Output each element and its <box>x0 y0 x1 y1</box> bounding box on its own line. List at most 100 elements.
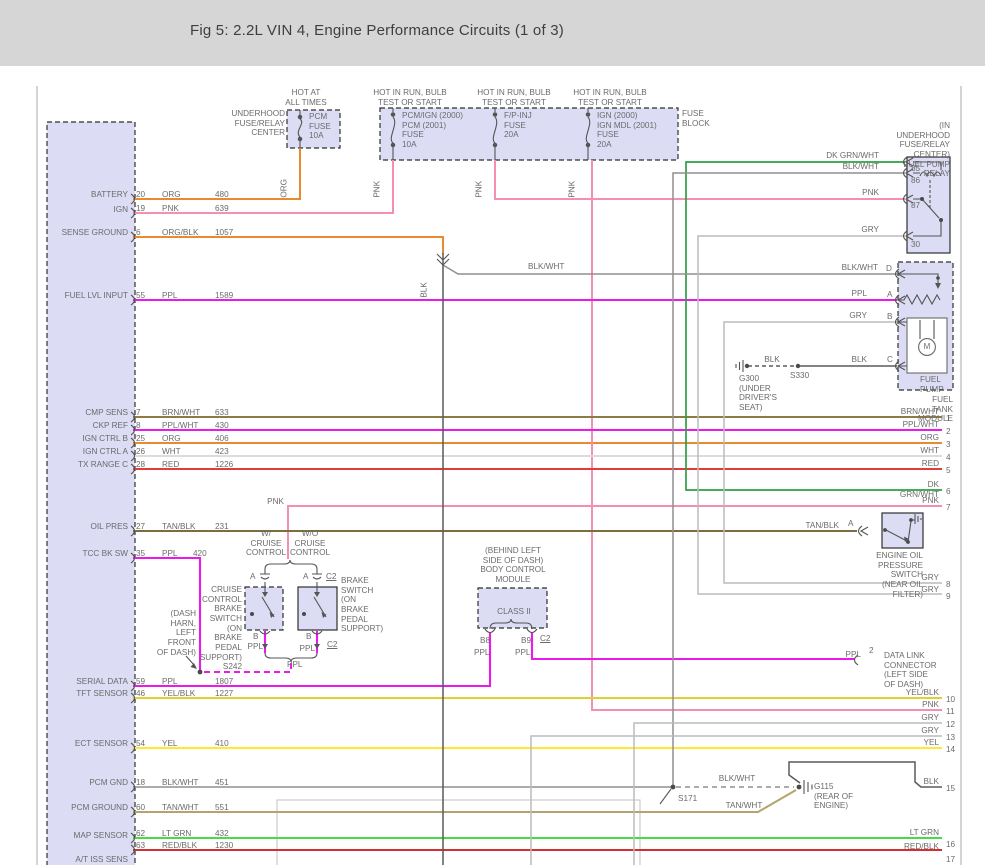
bcm-title: (BEHIND LEFT SIDE OF DASH) BODY CONTROL … <box>480 546 545 585</box>
brake-switch-label: BRAKE SWITCH (ON BRAKE PEDAL SUPPORT) <box>341 576 383 634</box>
pcm-fuse-label: PCM FUSE 10A <box>309 112 331 141</box>
ftm-pin-c: C <box>887 355 893 365</box>
pin-color: PPL <box>162 677 177 687</box>
right-color: PNK <box>922 700 939 710</box>
oil-pin-a: A <box>848 519 853 529</box>
pnk-vertical-label-3: PNK <box>567 181 577 198</box>
hot-at-all-times-label: HOT AT ALL TIMES <box>285 88 326 107</box>
relay-pin-30: 30 <box>911 240 920 250</box>
pin-circuit: 406 <box>215 434 229 444</box>
g115-label: G115 (REAR OF ENGINE) <box>814 782 853 811</box>
pin-circuit: 231 <box>215 522 229 532</box>
pin-color: PPL <box>162 549 177 559</box>
wiring-diagram: HOT AT ALL TIMES HOT IN RUN, BULB TEST O… <box>0 0 985 865</box>
relay-wire-86: BLK/WHT <box>843 162 879 172</box>
fuse-block-label: FUSE BLOCK <box>682 109 710 128</box>
relay-pin-86: 86 <box>911 176 920 186</box>
pin-name: IGN CTRL A <box>83 447 128 457</box>
right-color: PNK <box>922 496 939 506</box>
ftm-wire-d: BLK/WHT <box>842 263 878 273</box>
g115-dot <box>797 785 802 790</box>
wire-blkwht-ftm-d <box>443 265 897 274</box>
pin-color: TAN/WHT <box>162 803 199 813</box>
pin-name: ECT SENSOR <box>75 739 128 749</box>
g300-label: G300 (UNDER DRIVER'S SEAT) <box>739 374 777 413</box>
c2-bottom-label: C2 <box>327 640 337 650</box>
oil-wire-label: TAN/BLK <box>805 521 839 531</box>
relay-wire-30: GRY <box>861 225 879 235</box>
top-brace <box>265 560 317 569</box>
pin-color: ORG <box>162 434 181 444</box>
relay-pin-87: 87 <box>911 201 920 211</box>
pin-num: 60 <box>136 803 145 813</box>
fuse2-label: F/P-INJ FUSE 20A <box>504 111 532 140</box>
pin-circuit: 1589 <box>215 291 233 301</box>
oil-pressure-switch-box <box>882 513 923 548</box>
pin-circuit: 1807 <box>215 677 233 687</box>
right-num: 7 <box>946 503 951 513</box>
right-num: 9 <box>946 592 951 602</box>
without-cruise-label: W/O CRUISE CONTROL <box>290 529 330 558</box>
pin-name: PCM GND <box>89 778 128 788</box>
underhood-center-label: UNDERHOOD FUSE/RELAY CENTER <box>231 109 285 138</box>
bcm-c2-label: C2 <box>540 634 550 644</box>
wire-ppl-dlc <box>532 632 855 659</box>
right-num: 2 <box>946 427 951 437</box>
s171-blkwht-label: BLK/WHT <box>719 774 755 784</box>
hot-in-run-label-3: HOT IN RUN, BULB TEST OR START <box>573 88 647 107</box>
right-num: 16 <box>946 840 955 850</box>
right-color: RED <box>922 459 939 469</box>
dlc-title: DATA LINK CONNECTOR (LEFT SIDE OF DASH) <box>884 651 937 690</box>
blk-vertical-label: BLK <box>419 282 429 297</box>
motor-icon: M <box>924 342 931 351</box>
right-color: GRY <box>921 713 939 723</box>
pin-num: 63 <box>136 841 145 851</box>
pin-b-left: B <box>253 632 258 642</box>
ftm-wire-b: GRY <box>849 311 867 321</box>
pnk-vertical-label-2: PNK <box>474 181 484 198</box>
bcm-ppl-b8: PPL <box>474 648 489 658</box>
org-wires <box>133 148 942 443</box>
right-num: 13 <box>946 733 955 743</box>
pin-color: WHT <box>162 447 181 457</box>
right-color: WHT <box>920 446 939 456</box>
right-num: 3 <box>946 440 951 450</box>
pin-circuit: 432 <box>215 829 229 839</box>
dlc-pin-2: 2 <box>869 646 874 656</box>
right-color: GRY <box>921 726 939 736</box>
pin-num: 25 <box>136 434 145 444</box>
dash-harness-label: (DASH HARN, LEFT FRONT OF DASH) <box>157 609 196 657</box>
pin-circuit: 420 <box>193 549 207 559</box>
pin-num: 7 <box>136 408 141 418</box>
wire-blk-g115-row15 <box>789 762 942 787</box>
pin-color: BLK/WHT <box>162 778 198 788</box>
s171-splice-dot <box>671 785 676 790</box>
right-color: YEL/BLK <box>906 688 939 698</box>
pin-name: TFT SENSOR <box>76 689 128 699</box>
cruise-switch-label: CRUISE CONTROL BRAKE SWITCH (ON BRAKE PE… <box>200 585 242 672</box>
fuse3-label: IGN (2000) IGN MDL (2001) FUSE 20A <box>597 111 657 150</box>
dlc-wire-label: PPL <box>846 650 861 660</box>
pin-name: BATTERY <box>91 190 128 200</box>
pin-color: BRN/WHT <box>162 408 200 418</box>
class2-label: CLASS II <box>497 607 531 617</box>
fuel-pump-relay-title: (IN UNDERHOOD FUSE/RELAY CENTER) FUEL PU… <box>896 121 950 179</box>
wire-pnk-row7 <box>288 506 942 559</box>
g300-blk-label: BLK <box>764 355 779 365</box>
g300-dot <box>745 364 749 368</box>
pin-circuit: 410 <box>215 739 229 749</box>
pin-color: RED/BLK <box>162 841 197 851</box>
pin-name: TX RANGE C <box>78 460 128 470</box>
ftm-pin-d: D <box>886 264 892 274</box>
pin-name: FUEL LVL INPUT <box>65 291 128 301</box>
s171-label: S171 <box>678 794 697 804</box>
pin-circuit: 639 <box>215 204 229 214</box>
pin-num: 27 <box>136 522 145 532</box>
s171-leader <box>660 789 671 804</box>
pin-name: CMP SENS <box>85 408 128 418</box>
pin-circuit: 423 <box>215 447 229 457</box>
wiring-diagram-canvas <box>0 0 985 865</box>
pin-color: ORG <box>162 190 181 200</box>
right-num: 17 <box>946 855 955 865</box>
right-color: YEL <box>924 738 939 748</box>
